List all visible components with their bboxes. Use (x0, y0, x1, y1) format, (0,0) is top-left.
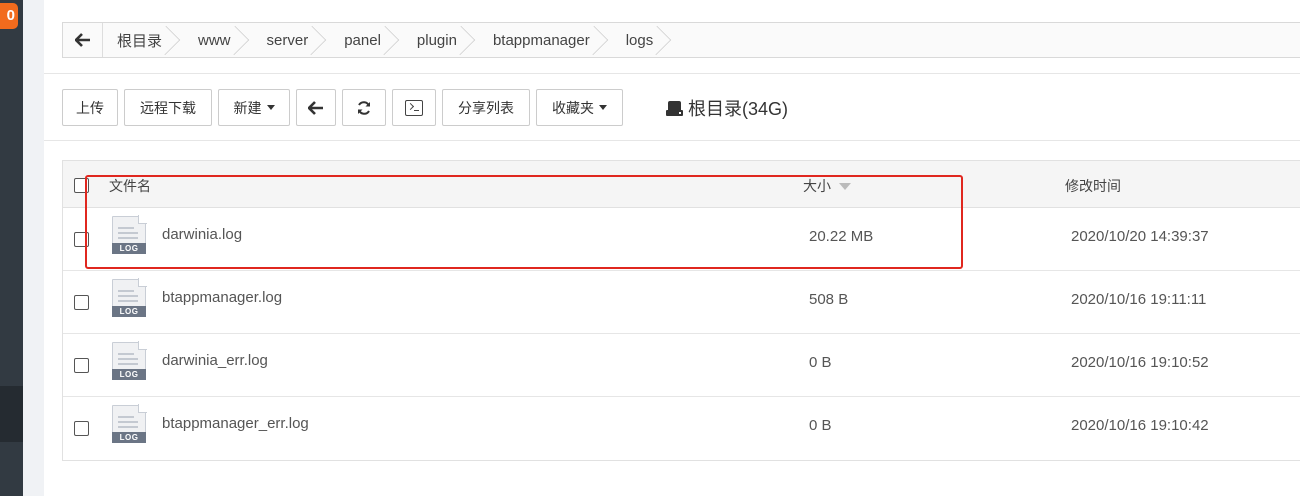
caret-down-icon (599, 105, 607, 110)
file-size: 0 B (809, 417, 832, 434)
table-row[interactable]: LOG btappmanager_err.log 0 B 2020/10/16 … (63, 397, 1300, 460)
column-header-modified[interactable]: 修改时间 (1065, 176, 1121, 196)
new-dropdown-button[interactable]: 新建 (218, 89, 290, 126)
file-size: 20.22 MB (809, 228, 874, 245)
new-label: 新建 (233, 99, 262, 116)
hard-drive-icon (666, 100, 683, 116)
file-type-tag: LOG (112, 306, 146, 317)
file-size: 508 B (809, 291, 849, 308)
disk-label: 根目录(34G) (688, 99, 789, 119)
divider (44, 73, 1300, 74)
terminal-icon (405, 99, 423, 116)
sort-desc-icon (839, 182, 851, 190)
table-row[interactable]: LOG darwinia.log 20.22 MB 2020/10/20 14:… (63, 208, 1300, 271)
file-manager-panel: 根目录 www server panel plugin btappmanager… (44, 0, 1300, 496)
column-header-size[interactable]: 大小 (803, 176, 851, 196)
file-modified-time: 2020/10/20 14:39:37 (1071, 228, 1209, 245)
row-checkbox[interactable] (74, 232, 89, 247)
file-type-tag: LOG (112, 432, 146, 443)
file-type-tag: LOG (112, 369, 146, 380)
breadcrumb-item-btappmanager[interactable]: btappmanager (479, 23, 612, 57)
breadcrumb-item-logs[interactable]: logs (612, 23, 676, 57)
disk-info[interactable]: 根目录(34G) (666, 95, 788, 121)
log-file-icon: LOG (112, 341, 147, 380)
breadcrumb-item-root[interactable]: 根目录 (103, 23, 184, 57)
row-checkbox[interactable] (74, 295, 89, 310)
table-header: 文件名 大小 修改时间 (63, 161, 1300, 208)
row-checkbox[interactable] (74, 421, 89, 436)
file-table: 文件名 大小 修改时间 LOG darwinia.log 20.22 MB 20… (62, 160, 1300, 461)
log-file-icon: LOG (112, 215, 147, 254)
file-modified-time: 2020/10/16 19:11:11 (1071, 291, 1207, 308)
file-name[interactable]: btappmanager_err.log (162, 415, 309, 432)
gutter (23, 0, 44, 496)
caret-down-icon (266, 105, 275, 110)
notification-badge[interactable]: 0 (0, 3, 18, 29)
terminal-button[interactable] (392, 89, 436, 126)
refresh-icon (358, 100, 370, 115)
file-name[interactable]: darwinia_err.log (162, 352, 268, 369)
sidebar-active-item[interactable] (0, 386, 23, 442)
share-list-button[interactable]: 分享列表 (442, 89, 530, 126)
file-name[interactable]: btappmanager.log (162, 289, 282, 306)
arrow-left-icon (308, 100, 323, 115)
file-modified-time: 2020/10/16 19:10:42 (1071, 417, 1209, 434)
back-button[interactable] (296, 89, 336, 126)
refresh-button[interactable] (342, 89, 386, 126)
row-checkbox[interactable] (74, 358, 89, 373)
file-size: 0 B (809, 354, 832, 371)
file-modified-time: 2020/10/16 19:10:52 (1071, 354, 1209, 371)
breadcrumb-back-button[interactable] (63, 23, 103, 57)
file-type-tag: LOG (112, 243, 146, 254)
size-header-label: 大小 (803, 178, 831, 194)
arrow-left-icon (74, 33, 90, 47)
favorites-dropdown-button[interactable]: 收藏夹 (536, 89, 623, 126)
upload-button[interactable]: 上传 (62, 89, 118, 126)
breadcrumb-item-server[interactable]: server (253, 23, 331, 57)
column-header-name[interactable]: 文件名 (109, 176, 151, 196)
breadcrumb-item-plugin[interactable]: plugin (403, 23, 479, 57)
select-all-checkbox[interactable] (74, 178, 89, 193)
table-row[interactable]: LOG darwinia_err.log 0 B 2020/10/16 19:1… (63, 334, 1300, 397)
favorites-label: 收藏夹 (552, 99, 594, 116)
sidebar: 0 (0, 0, 23, 496)
log-file-icon: LOG (112, 404, 147, 443)
file-name[interactable]: darwinia.log (162, 226, 242, 243)
divider (44, 140, 1300, 141)
remote-download-button[interactable]: 远程下载 (124, 89, 212, 126)
toolbar: 上传 远程下载 新建 分享列表 收藏夹 (62, 89, 623, 126)
log-file-icon: LOG (112, 278, 147, 317)
breadcrumb-item-www[interactable]: www (184, 23, 253, 57)
table-row[interactable]: LOG btappmanager.log 508 B 2020/10/16 19… (63, 271, 1300, 334)
breadcrumb-item-panel[interactable]: panel (330, 23, 403, 57)
breadcrumb: 根目录 www server panel plugin btappmanager… (62, 22, 1300, 58)
